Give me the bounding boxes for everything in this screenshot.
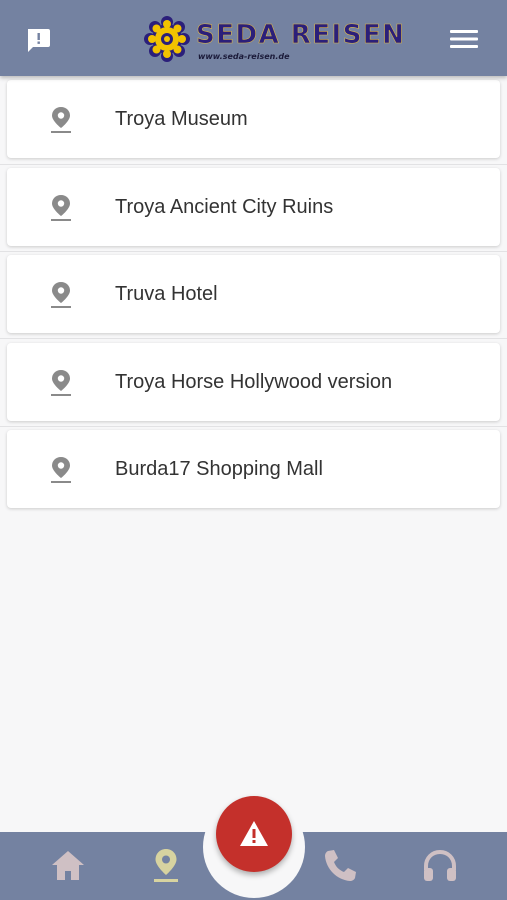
divider xyxy=(0,251,507,252)
headset-icon xyxy=(424,849,456,881)
feedback-icon xyxy=(28,29,50,52)
list-item-label: Troya Horse Hollywood version xyxy=(115,371,393,393)
divider xyxy=(0,338,507,339)
list-item-burda17-shopping-mall[interactable]: Burda17 Shopping Mall xyxy=(7,430,500,508)
phone-icon xyxy=(325,850,356,881)
location-pin-icon xyxy=(51,370,71,396)
list-item-label: Troya Museum xyxy=(115,108,248,130)
brand-name: SEDA REISEN xyxy=(196,20,406,51)
menu-button[interactable] xyxy=(449,26,479,52)
list-item-troya-ancient-city-ruins[interactable]: Troya Ancient City Ruins xyxy=(7,168,500,246)
feedback-button[interactable] xyxy=(24,26,52,54)
divider xyxy=(0,164,507,165)
hamburger-menu-icon xyxy=(450,30,478,48)
divider xyxy=(0,426,507,427)
location-pin-icon xyxy=(51,107,71,133)
sun-logo-icon xyxy=(144,16,190,62)
warning-icon xyxy=(240,821,268,846)
emergency-button[interactable] xyxy=(216,796,292,872)
nav-call-button[interactable] xyxy=(320,846,360,886)
nav-locations-button[interactable] xyxy=(146,846,186,886)
list-item-troya-horse-hollywood-version[interactable]: Troya Horse Hollywood version xyxy=(7,343,500,421)
brand-logo: SEDA REISEN www.seda-reisen.de xyxy=(144,14,404,66)
list-item-label: Troya Ancient City Ruins xyxy=(115,196,334,218)
app-header: SEDA REISEN www.seda-reisen.de xyxy=(0,0,507,76)
location-pin-icon xyxy=(51,195,71,221)
brand-url: www.seda-reisen.de xyxy=(198,52,290,61)
location-pin-icon xyxy=(154,849,178,882)
list-item-label: Truva Hotel xyxy=(115,283,218,305)
list-item-truva-hotel[interactable]: Truva Hotel xyxy=(7,255,500,333)
list-item-label: Burda17 Shopping Mall xyxy=(115,458,323,480)
location-pin-icon xyxy=(51,282,71,308)
location-pin-icon xyxy=(51,457,71,483)
home-icon xyxy=(52,851,84,880)
nav-support-button[interactable] xyxy=(420,846,460,886)
list-item-troya-museum[interactable]: Troya Museum xyxy=(7,80,500,158)
nav-home-button[interactable] xyxy=(48,846,88,886)
